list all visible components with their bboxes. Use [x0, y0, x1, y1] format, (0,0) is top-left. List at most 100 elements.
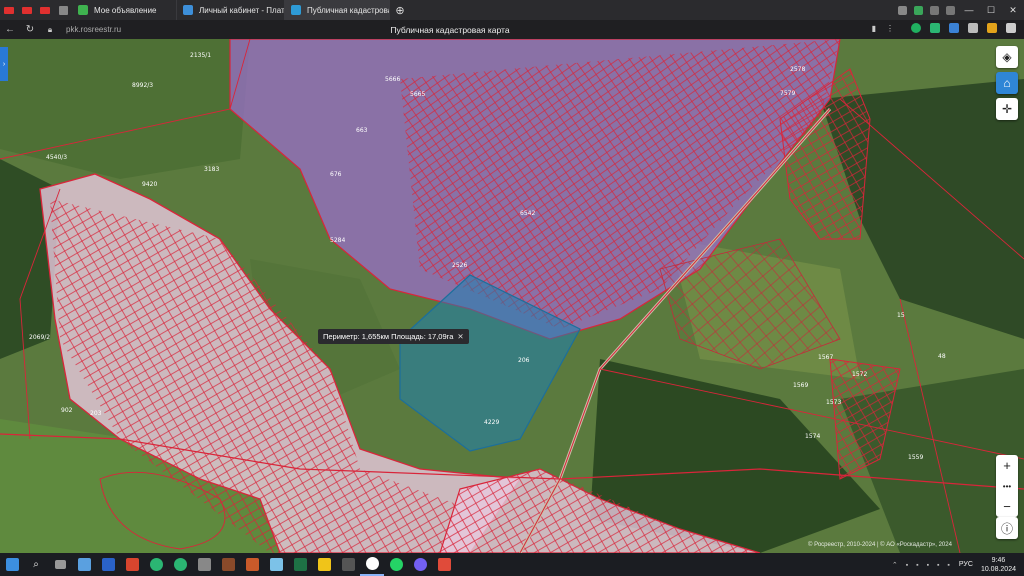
info-button[interactable]: ⓘ	[996, 517, 1018, 539]
app-2-icon[interactable]	[96, 553, 120, 576]
parcel-label[interactable]: 2526	[452, 262, 467, 269]
app-11-icon[interactable]	[312, 553, 336, 576]
parcel-label[interactable]: 676	[330, 171, 342, 178]
layers-button[interactable]: ◈	[996, 46, 1018, 68]
tab-cadastral-map[interactable]: Публичная кадастровая ✕	[285, 0, 390, 20]
zoom-in-button[interactable]: +	[1003, 458, 1011, 473]
parcel-label[interactable]: 902	[61, 407, 73, 414]
parcel-label[interactable]: 5284	[330, 237, 345, 244]
maximize-icon[interactable]: ☐	[980, 5, 1002, 16]
locate-button[interactable]: ✛	[996, 98, 1018, 120]
parcel-label[interactable]: 206	[518, 357, 530, 364]
parcel-label[interactable]: 1569	[793, 382, 808, 389]
parcel-label[interactable]: 15	[897, 312, 905, 319]
browser-tab-bar: Мое объявление Личный кабинет - Платн Пу…	[0, 0, 1024, 20]
home-button[interactable]: ⌂	[996, 72, 1018, 94]
language-indicator[interactable]: РУС	[959, 561, 973, 568]
app-5-icon[interactable]	[168, 553, 192, 576]
tray-icons[interactable]: ⌃ ▪ ▪ ▪ ▪ ▪	[892, 561, 953, 569]
parcel-label[interactable]: 9420	[142, 181, 157, 188]
parcel-label[interactable]: 2135/1	[190, 52, 211, 59]
parcel-label[interactable]: 48	[938, 353, 946, 360]
measure-label: Периметр: 1,655км Площадь: 17,09га	[323, 332, 454, 341]
extension-blue-icon[interactable]	[949, 23, 959, 33]
pinned-tab-3[interactable]	[36, 0, 54, 20]
app-6-icon[interactable]	[192, 553, 216, 576]
app-7-icon[interactable]	[216, 553, 240, 576]
parcel-label[interactable]: 3183	[204, 166, 219, 173]
zoom-out-button[interactable]: −	[1003, 499, 1011, 514]
whatsapp-icon[interactable]	[384, 553, 408, 576]
tab-overview-icon[interactable]	[54, 0, 72, 20]
clock[interactable]: 9:46 10.08.2024	[981, 556, 1016, 574]
rosreestr-favicon-icon	[291, 5, 301, 15]
pinned-tab-2[interactable]	[18, 0, 36, 20]
task-view-icon[interactable]	[48, 553, 72, 576]
app-1-icon[interactable]	[72, 553, 96, 576]
parcel-label[interactable]: 2069/2	[29, 334, 50, 341]
extension-yellow-icon[interactable]	[987, 23, 997, 33]
avito-favicon-icon	[78, 5, 88, 15]
parcel-label[interactable]: 2578	[790, 66, 805, 73]
close-window-icon[interactable]: ✕	[1002, 5, 1024, 16]
parcel-label[interactable]: 203	[90, 410, 102, 417]
cadastral-map[interactable]: 2135/1 5666 5665 663 676 5284 6542 2526 206 4229 8…	[0, 39, 1024, 553]
layers-icon: ◈	[1002, 50, 1012, 64]
extension-3-icon[interactable]	[926, 0, 942, 20]
system-tray: ⌃ ▪ ▪ ▪ ▪ ▪ РУС 9:46 10.08.2024	[892, 553, 1016, 576]
app-9-icon[interactable]	[264, 553, 288, 576]
search-icon[interactable]: ⌕	[24, 553, 48, 576]
parcel-label[interactable]: 5665	[410, 91, 425, 98]
address-bar: ← ↻ 🔒︎ pkk.rosreestr.ru Публичная кадаст…	[0, 20, 1024, 39]
parcel-label[interactable]: 6542	[520, 210, 535, 217]
extension-green-icon[interactable]	[930, 23, 940, 33]
extension-grey-icon[interactable]	[968, 23, 978, 33]
tab-my-ad[interactable]: Мое объявление	[72, 0, 177, 20]
app-12-icon[interactable]	[336, 553, 360, 576]
info-icon: ⓘ	[1000, 521, 1013, 536]
parcel-label[interactable]: 1567	[818, 354, 833, 361]
app-8-icon[interactable]	[240, 553, 264, 576]
chevron-right-icon: ›	[2, 60, 6, 68]
address-actions: ▮ ⋮	[872, 24, 894, 33]
parcel-label[interactable]: 4540/3	[46, 154, 67, 161]
extension-1-icon[interactable]	[894, 0, 910, 20]
app-16-icon[interactable]	[432, 553, 456, 576]
map-canvas: 2135/1 5666 5665 663 676 5284 6542 2526 206 4229 8…	[0, 39, 1024, 553]
measure-tooltip: Периметр: 1,655км Площадь: 17,09га ✕	[318, 329, 469, 344]
parcel-label[interactable]: 4229	[484, 419, 499, 426]
downloads-icon[interactable]	[1006, 23, 1016, 33]
zoom-dots-icon: •••	[1002, 481, 1012, 491]
bookmark-icon[interactable]: ▮	[872, 24, 876, 33]
tab-personal-account[interactable]: Личный кабинет - Платн	[177, 0, 285, 20]
extension-4-icon[interactable]	[942, 0, 958, 20]
app-4-icon[interactable]	[144, 553, 168, 576]
start-button[interactable]	[0, 553, 24, 576]
parcel-label[interactable]: 1572	[852, 371, 867, 378]
window-controls: — ☐ ✕	[894, 0, 1024, 20]
minimize-icon[interactable]: —	[958, 5, 980, 15]
new-tab-button[interactable]: ⊕	[390, 0, 410, 20]
page-title: Публичная кадастровая карта	[390, 24, 510, 35]
app-3-icon[interactable]	[120, 553, 144, 576]
parcel-label[interactable]: 663	[356, 127, 368, 134]
parcel-label[interactable]: 1559	[908, 454, 923, 461]
toolbar-extensions	[911, 23, 1016, 33]
parcel-label[interactable]: 1573	[826, 399, 841, 406]
pinned-tab-1[interactable]	[0, 0, 18, 20]
viber-icon[interactable]	[408, 553, 432, 576]
parcel-label[interactable]: 1574	[805, 433, 820, 440]
left-panel-toggle[interactable]: ›	[0, 47, 8, 81]
close-measure-icon[interactable]: ✕	[457, 332, 463, 341]
extension-2-icon[interactable]	[910, 0, 926, 20]
plus-icon: ⊕	[395, 4, 405, 17]
excel-icon[interactable]	[288, 553, 312, 576]
parcel-label[interactable]: 7579	[780, 90, 795, 97]
parcel-label[interactable]: 5666	[385, 76, 400, 83]
protect-icon[interactable]	[911, 23, 921, 33]
crosshair-icon: ✛	[1001, 102, 1013, 116]
parcel-label[interactable]: 8992/3	[132, 82, 153, 89]
zoom-control: + ••• −	[996, 455, 1018, 517]
menu-dots-icon[interactable]: ⋮	[886, 24, 894, 33]
yandex-browser-icon[interactable]	[360, 553, 384, 576]
